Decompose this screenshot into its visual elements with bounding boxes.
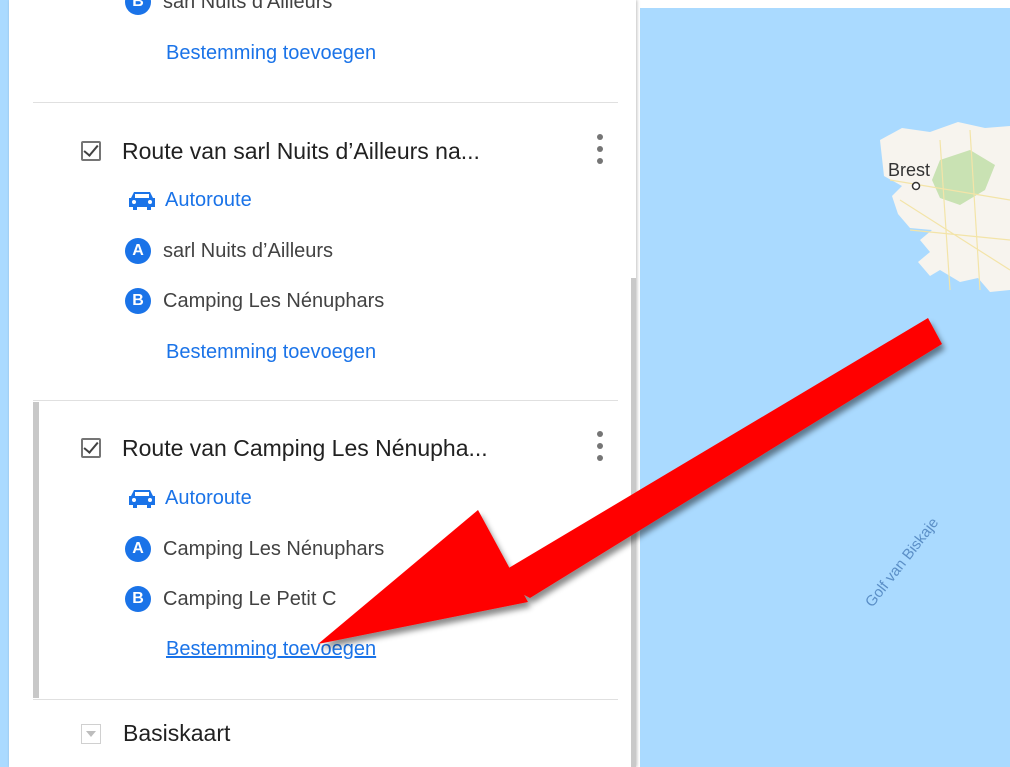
brittany-landmass [880,122,1010,292]
add-destination-link[interactable]: Bestemming toevoegen [166,341,376,364]
map-edge-strip [0,0,9,767]
stop-badge-icon: A [125,536,151,562]
layer-title[interactable]: Route van Camping Les Nénupha... [122,435,488,462]
stop-row[interactable]: B Camping Le Petit C [125,585,336,613]
layers-panel: B sarl Nuits d'Ailleurs Bestemming toevo… [9,0,636,767]
car-icon [127,487,157,509]
travel-mode-label: Autoroute [165,188,252,211]
add-destination-link[interactable]: Bestemming toevoegen [166,638,376,661]
stop-label: Camping Les Nénuphars [163,537,385,560]
stop-label: sarl Nuits d’Ailleurs [163,239,334,262]
section-divider [33,400,618,401]
travel-mode-button[interactable]: Autoroute [127,187,252,213]
active-layer-indicator [33,402,39,698]
section-divider [33,102,618,103]
layer-visibility-checkbox[interactable] [81,438,101,458]
stop-row[interactable]: A Camping Les Nénuphars [125,535,384,563]
stop-row[interactable]: B Camping Les Nénuphars [125,287,384,315]
travel-mode-label: Autoroute [165,486,252,509]
travel-mode-button[interactable]: Autoroute [127,485,252,511]
stop-label: Camping Les Nénuphars [163,289,385,312]
layer-visibility-checkbox[interactable] [81,141,101,161]
layer-options-menu-icon[interactable] [595,132,605,168]
add-destination-link[interactable]: Bestemming toevoegen [166,42,376,65]
stop-row[interactable]: A sarl Nuits d’Ailleurs [125,237,333,265]
basemap-row[interactable]: Basiskaart [81,720,230,747]
car-icon [127,189,157,211]
stop-badge-icon: B [125,586,151,612]
layer-title[interactable]: Route van sarl Nuits d’Ailleurs na... [122,138,480,165]
stop-badge-icon: B [125,0,151,15]
stop-row[interactable]: B sarl Nuits d'Ailleurs [125,0,332,16]
basemap-label: Basiskaart [123,720,231,746]
stop-label: Camping Le Petit C [163,587,337,610]
section-divider [33,699,618,700]
scrollbar-thumb[interactable] [631,278,636,767]
stop-label: sarl Nuits d'Ailleurs [163,0,333,13]
layer-options-menu-icon[interactable] [595,429,605,465]
stop-badge-icon: A [125,238,151,264]
stop-badge-icon: B [125,288,151,314]
map-city-label: Brest [888,160,931,180]
expand-caret-icon[interactable] [81,723,101,744]
map-view[interactable] [640,0,1010,767]
